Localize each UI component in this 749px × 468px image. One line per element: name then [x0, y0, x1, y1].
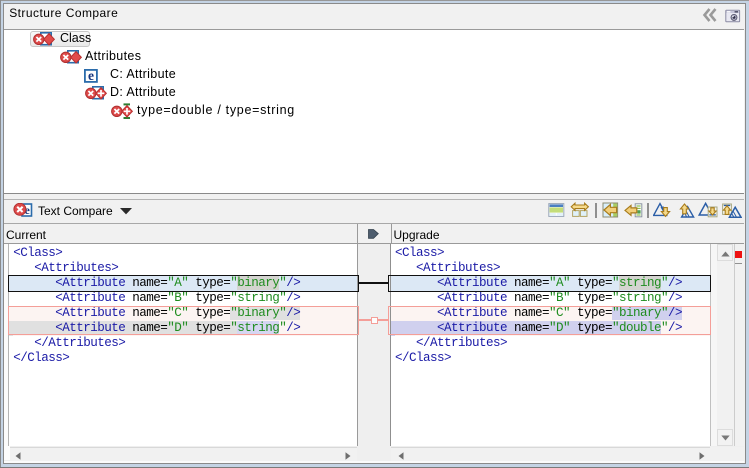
svg-text:e: e	[88, 69, 94, 83]
